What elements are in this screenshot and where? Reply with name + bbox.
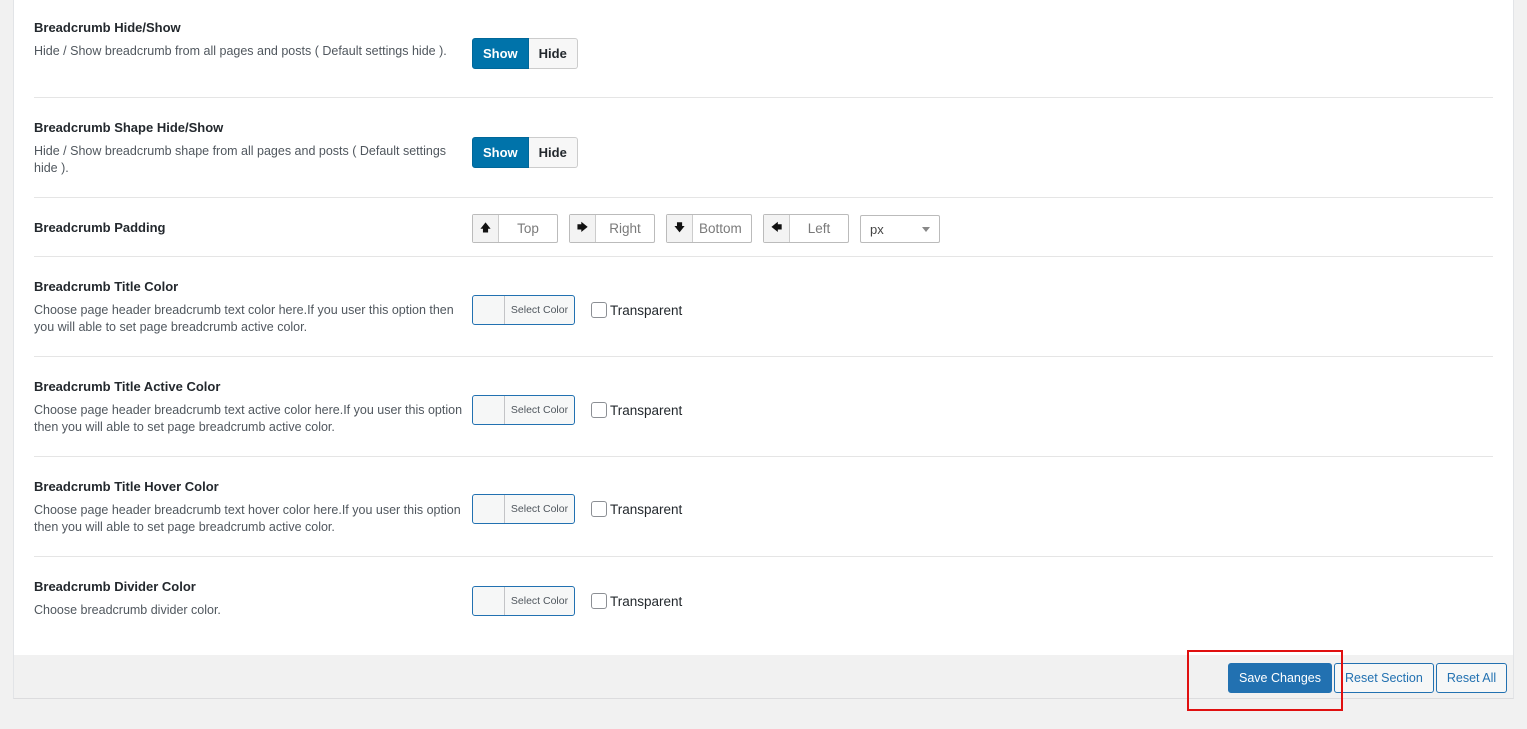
transparent-option[interactable]: Transparent <box>591 302 682 318</box>
show-button[interactable]: Show <box>472 38 529 69</box>
row-breadcrumb-shape: Breadcrumb Shape Hide/Show Hide / Show b… <box>34 98 1493 198</box>
transparent-label: Transparent <box>610 302 683 318</box>
transparent-option[interactable]: Transparent <box>591 402 682 418</box>
hide-button[interactable]: Hide <box>528 137 578 168</box>
row-title: Breadcrumb Divider Color <box>34 579 196 594</box>
transparent-checkbox[interactable] <box>591 593 607 609</box>
row-divider-color: Breadcrumb Divider Color Choose breadcru… <box>34 557 1493 655</box>
color-swatch <box>473 587 505 615</box>
arrow-down-icon: 🡇 <box>667 215 693 242</box>
row-title: Breadcrumb Title Color <box>34 279 179 294</box>
select-color-button[interactable]: Select Color <box>472 494 575 524</box>
padding-right-field[interactable]: 🡆 Right <box>569 214 655 243</box>
transparent-option[interactable]: Transparent <box>591 593 682 609</box>
color-picker-group: Select Color Transparent <box>472 295 682 325</box>
row-description: Hide / Show breadcrumb from all pages an… <box>34 44 447 58</box>
row-title: Breadcrumb Title Active Color <box>34 379 221 394</box>
transparent-option[interactable]: Transparent <box>591 501 682 517</box>
reset-all-button[interactable]: Reset All <box>1435 663 1508 693</box>
row-description: Choose page header breadcrumb text hover… <box>34 503 461 534</box>
padding-unit-select[interactable]: px <box>860 215 940 243</box>
transparent-checkbox[interactable] <box>591 402 607 418</box>
row-title-active-color: Breadcrumb Title Active Color Choose pag… <box>34 357 1493 457</box>
row-title-hover-color: Breadcrumb Title Hover Color Choose page… <box>34 457 1493 557</box>
hide-button[interactable]: Hide <box>528 38 578 69</box>
arrow-up-icon: 🡅 <box>473 215 499 242</box>
breadcrumb-toggle: Show Hide <box>472 38 578 69</box>
row-description: Choose page header breadcrumb text activ… <box>34 403 463 434</box>
padding-left-field[interactable]: 🡄 Left <box>763 214 849 243</box>
select-color-label: Select Color <box>510 404 569 416</box>
select-color-button[interactable]: Select Color <box>472 395 575 425</box>
padding-left-input[interactable]: Left <box>790 215 848 242</box>
row-breadcrumb-padding: Breadcrumb Padding 🡅 Top 🡆 Right 🡇 Botto… <box>34 198 1493 257</box>
padding-top-field[interactable]: 🡅 Top <box>472 214 558 243</box>
padding-right-input[interactable]: Right <box>596 215 654 242</box>
select-color-button[interactable]: Select Color <box>472 586 575 616</box>
row-title: Breadcrumb Padding <box>34 220 166 235</box>
chevron-down-icon <box>922 226 930 232</box>
transparent-checkbox[interactable] <box>591 302 607 318</box>
row-title: Breadcrumb Hide/Show <box>34 20 181 35</box>
color-swatch <box>473 495 505 523</box>
arrow-right-icon: 🡆 <box>570 215 596 242</box>
color-swatch <box>473 396 505 424</box>
row-description: Choose page header breadcrumb text color… <box>34 303 454 334</box>
transparent-checkbox[interactable] <box>591 501 607 517</box>
show-button[interactable]: Show <box>472 137 529 168</box>
reset-section-button[interactable]: Reset Section <box>1334 663 1434 693</box>
row-title: Breadcrumb Title Hover Color <box>34 479 219 494</box>
padding-bottom-input[interactable]: Bottom <box>693 215 751 242</box>
highlight-box <box>1187 650 1343 711</box>
row-description: Hide / Show breadcrumb shape from all pa… <box>34 144 447 175</box>
row-title: Breadcrumb Shape Hide/Show <box>34 120 224 135</box>
select-color-button[interactable]: Select Color <box>472 295 575 325</box>
select-color-label: Select Color <box>510 595 569 607</box>
color-picker-group: Select Color Transparent <box>472 395 682 425</box>
color-picker-group: Select Color Transparent <box>472 494 682 524</box>
padding-bottom-field[interactable]: 🡇 Bottom <box>666 214 752 243</box>
breadcrumb-shape-toggle: Show Hide <box>472 137 578 168</box>
select-color-label: Select Color <box>510 503 569 515</box>
select-color-label: Select Color <box>510 304 569 316</box>
row-title-color: Breadcrumb Title Color Choose page heade… <box>34 257 1493 357</box>
color-picker-group: Select Color Transparent <box>472 586 682 616</box>
color-swatch <box>473 296 505 324</box>
transparent-label: Transparent <box>610 593 683 609</box>
row-description: Choose breadcrumb divider color. <box>34 603 221 617</box>
transparent-label: Transparent <box>610 501 683 517</box>
padding-top-input[interactable]: Top <box>499 215 557 242</box>
arrow-left-icon: 🡄 <box>764 215 790 242</box>
unit-value: px <box>870 221 884 237</box>
padding-fields: 🡅 Top 🡆 Right 🡇 Bottom 🡄 Left px <box>472 214 940 243</box>
transparent-label: Transparent <box>610 402 683 418</box>
row-breadcrumb-hide-show: Breadcrumb Hide/Show Hide / Show breadcr… <box>34 0 1493 98</box>
